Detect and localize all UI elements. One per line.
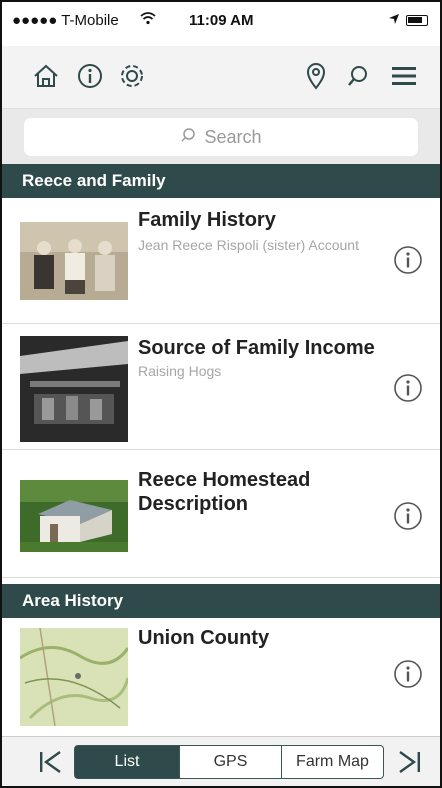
info-button-icon[interactable] <box>392 658 424 690</box>
county-map-thumbnail <box>20 628 128 726</box>
app-screen: ●●●●● T-Mobile 11:09 AM Search Reece and… <box>0 0 442 788</box>
bottom-tab-bar: List GPS Farm Map <box>2 736 440 786</box>
search-field-icon <box>180 127 196 148</box>
search-bar: Search <box>2 108 440 164</box>
family-photo-thumbnail <box>20 222 128 300</box>
section-header-reece-family: Reece and Family <box>2 164 440 198</box>
list-item-family-history[interactable]: Family History Jean Reece Rispoli (siste… <box>2 198 440 324</box>
item-title: Family History <box>138 209 276 231</box>
item-title: Reece Homestead Description <box>138 469 311 515</box>
last-page-icon[interactable] <box>394 747 424 777</box>
list-item-family-income[interactable]: Source of Family Income Raising Hogs <box>2 324 440 450</box>
wifi-icon <box>140 11 156 29</box>
info-button-icon[interactable] <box>392 500 424 532</box>
tab-farm-map[interactable]: Farm Map <box>282 745 384 779</box>
gear-icon[interactable] <box>114 58 150 94</box>
tab-gps[interactable]: GPS <box>180 745 282 779</box>
location-arrow-icon <box>388 12 400 29</box>
hog-farm-thumbnail <box>20 336 128 442</box>
status-right <box>388 12 428 29</box>
info-icon[interactable] <box>72 58 108 94</box>
view-segmented-control: List GPS Farm Map <box>74 745 384 779</box>
info-button-icon[interactable] <box>392 244 424 276</box>
home-icon[interactable] <box>28 58 64 94</box>
info-button-icon[interactable] <box>392 372 424 404</box>
clock-label: 11:09 AM <box>189 12 254 29</box>
status-bar: ●●●●● T-Mobile 11:09 AM <box>12 8 430 34</box>
search-icon[interactable] <box>340 58 376 94</box>
list-item-homestead[interactable]: Reece Homestead Description <box>2 450 440 578</box>
top-toolbar <box>2 46 440 108</box>
search-placeholder: Search <box>204 126 262 147</box>
item-subtitle: Jean Reece Rispoli (sister) Account <box>138 237 359 253</box>
list-item-union-county[interactable]: Union County <box>2 618 440 740</box>
location-pin-icon[interactable] <box>298 58 334 94</box>
carrier-label: ●●●●● T-Mobile <box>12 12 119 29</box>
battery-icon <box>406 15 428 26</box>
section-header-area-history: Area History <box>2 584 440 618</box>
item-title: Source of Family Income <box>138 337 375 359</box>
search-input[interactable]: Search <box>24 118 418 156</box>
item-title: Union County <box>138 627 270 649</box>
tab-list[interactable]: List <box>74 745 180 779</box>
first-page-icon[interactable] <box>36 747 66 777</box>
item-subtitle: Raising Hogs <box>138 363 222 379</box>
homestead-thumbnail <box>20 480 128 552</box>
menu-icon[interactable] <box>386 58 422 94</box>
